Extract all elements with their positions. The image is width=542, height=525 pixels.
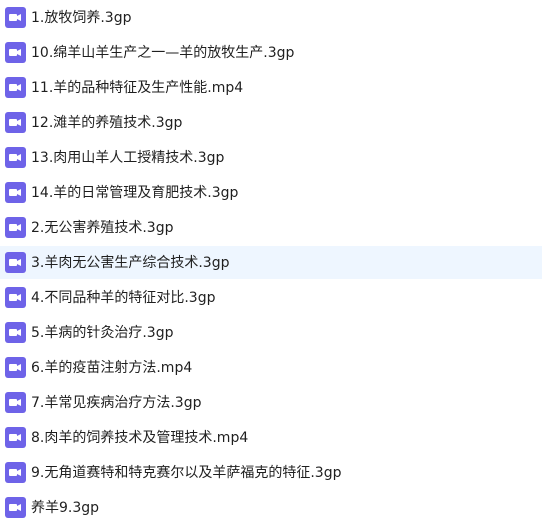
file-row[interactable]: 13.肉用山羊人工授精技术.3gp	[0, 141, 542, 174]
file-name: 8.肉羊的饲养技术及管理技术.mp4	[31, 429, 249, 446]
file-name: 14.羊的日常管理及育肥技术.3gp	[31, 184, 239, 201]
file-name: 3.羊肉无公害生产综合技术.3gp	[31, 254, 230, 271]
video-file-icon	[5, 462, 26, 483]
file-row[interactable]: 14.羊的日常管理及育肥技术.3gp	[0, 176, 542, 209]
file-name: 养羊9.3gp	[31, 499, 100, 516]
file-row[interactable]: 养羊9.3gp	[0, 491, 542, 524]
file-row[interactable]: 4.不同品种羊的特征对比.3gp	[0, 281, 542, 314]
file-name: 12.滩羊的养殖技术.3gp	[31, 114, 183, 131]
video-file-icon	[5, 217, 26, 238]
video-file-icon	[5, 182, 26, 203]
file-row[interactable]: 1.放牧饲养.3gp	[0, 1, 542, 34]
file-row[interactable]: 2.无公害养殖技术.3gp	[0, 211, 542, 244]
video-file-icon	[5, 322, 26, 343]
file-row[interactable]: 10.绵羊山羊生产之一—羊的放牧生产.3gp	[0, 36, 542, 69]
file-name: 4.不同品种羊的特征对比.3gp	[31, 289, 216, 306]
file-row[interactable]: 7.羊常见疾病治疗方法.3gp	[0, 386, 542, 419]
file-name: 13.肉用山羊人工授精技术.3gp	[31, 149, 225, 166]
file-list: 1.放牧饲养.3gp 10.绵羊山羊生产之一—羊的放牧生产.3gp 11.羊的品…	[0, 0, 542, 525]
video-file-icon	[5, 427, 26, 448]
file-name: 6.羊的疫苗注射方法.mp4	[31, 359, 193, 376]
file-name: 7.羊常见疾病治疗方法.3gp	[31, 394, 202, 411]
file-name: 1.放牧饲养.3gp	[31, 9, 132, 26]
video-file-icon	[5, 497, 26, 518]
file-row[interactable]: 8.肉羊的饲养技术及管理技术.mp4	[0, 421, 542, 454]
file-row[interactable]: 9.无角道赛特和特克赛尔以及羊萨福克的特征.3gp	[0, 456, 542, 489]
video-file-icon	[5, 112, 26, 133]
video-file-icon	[5, 392, 26, 413]
video-file-icon	[5, 287, 26, 308]
file-name: 2.无公害养殖技术.3gp	[31, 219, 174, 236]
file-row[interactable]: 11.羊的品种特征及生产性能.mp4	[0, 71, 542, 104]
file-row[interactable]: 6.羊的疫苗注射方法.mp4	[0, 351, 542, 384]
file-row-selected[interactable]: 3.羊肉无公害生产综合技术.3gp	[0, 246, 542, 279]
video-file-icon	[5, 7, 26, 28]
video-file-icon	[5, 357, 26, 378]
video-file-icon	[5, 252, 26, 273]
video-file-icon	[5, 42, 26, 63]
file-name: 11.羊的品种特征及生产性能.mp4	[31, 79, 244, 96]
video-file-icon	[5, 147, 26, 168]
file-name: 10.绵羊山羊生产之一—羊的放牧生产.3gp	[31, 44, 295, 61]
file-row[interactable]: 5.羊病的针灸治疗.3gp	[0, 316, 542, 349]
file-name: 5.羊病的针灸治疗.3gp	[31, 324, 174, 341]
file-row[interactable]: 12.滩羊的养殖技术.3gp	[0, 106, 542, 139]
video-file-icon	[5, 77, 26, 98]
file-name: 9.无角道赛特和特克赛尔以及羊萨福克的特征.3gp	[31, 464, 342, 481]
